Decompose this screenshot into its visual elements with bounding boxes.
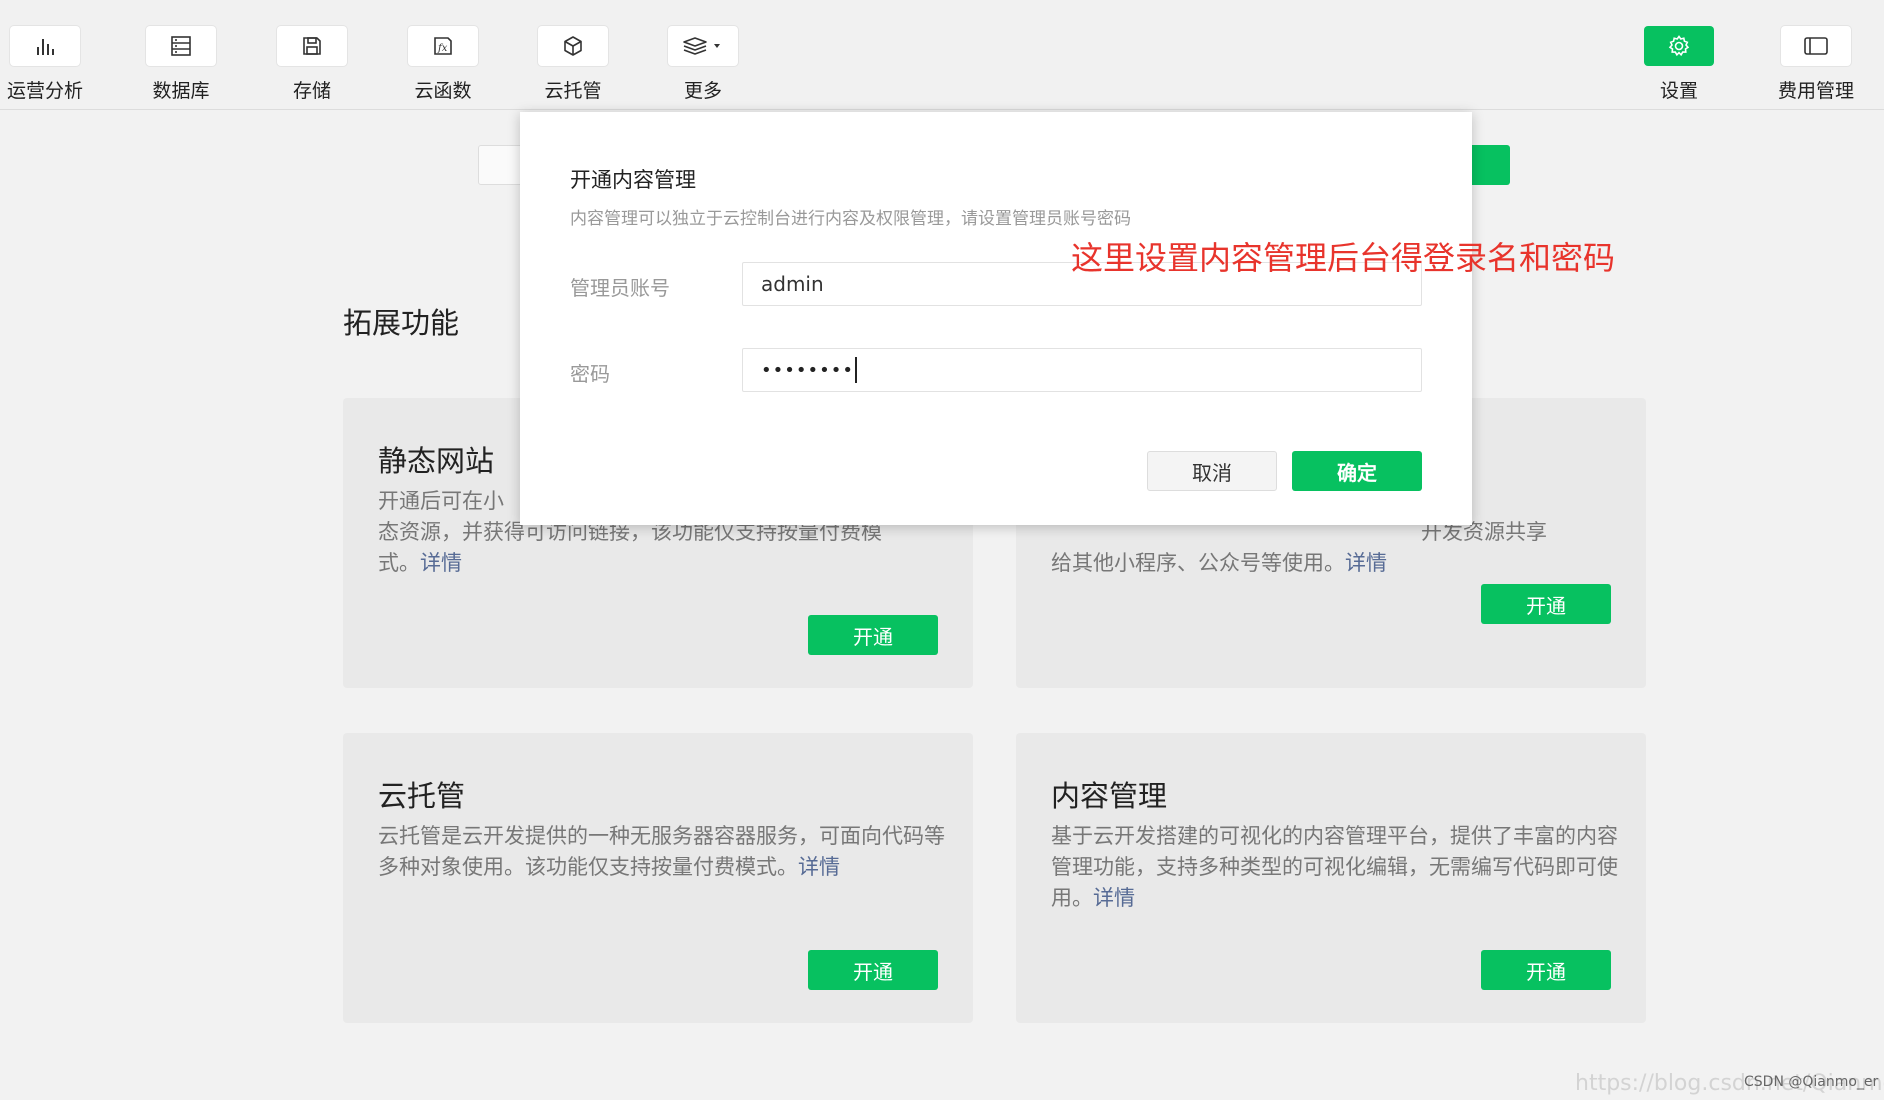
database-icon [146,26,216,66]
card-description: 云托管是云开发提供的一种无服务器容器服务，可面向代码等多种对象使用。该功能仅支持… [378,824,945,879]
toolbar-item-database[interactable]: 数据库 [121,26,241,103]
details-link[interactable]: 详情 [1345,551,1387,575]
text-caret [854,357,857,383]
card-title: 内容管理 [1051,779,1168,813]
password-input[interactable]: •••••••• [742,348,1422,392]
toolbar-label: 存储 [292,80,331,102]
annotation-text: 这里设置内容管理后台得登录名和密码 [1071,239,1616,277]
cancel-button[interactable]: 取消 [1147,451,1277,491]
details-link[interactable]: 详情 [798,855,840,879]
billing-icon [1781,26,1851,66]
toolbar-item-more[interactable]: 更多 [643,26,763,103]
activate-button[interactable]: 开通 [1481,950,1611,990]
section-title: 拓展功能 [343,306,460,340]
chevron-down-icon [714,44,720,48]
password-label: 密码 [570,362,610,386]
function-icon: fx [408,26,478,66]
dialog-title: 开通内容管理 [570,168,696,192]
svg-text:fx: fx [437,43,448,54]
toolbar-label: 设置 [1659,80,1698,102]
toolbar-item-cloud-hosting[interactable]: 云托管 [513,26,633,103]
toolbar-item-billing[interactable]: 费用管理 [1756,26,1876,103]
top-toolbar: 运营分析 数据库 存储 fx 云函数 云托管 更多 设置 费用管理 [0,0,1884,110]
gear-icon [1644,26,1714,66]
card-content-management: 内容管理 基于云开发搭建的可视化的内容管理平台，提供了丰富的内容管理功能，支持多… [1016,733,1646,1023]
floppy-disk-icon [277,26,347,66]
cube-icon [538,26,608,66]
page: 运营分析 数据库 存储 fx 云函数 云托管 更多 设置 费用管理 拓展功能 静… [0,0,1884,1100]
activate-button[interactable]: 开通 [808,615,938,655]
card-cloud-hosting: 云托管 云托管是云开发提供的一种无服务器容器服务，可面向代码等多种对象使用。该功… [343,733,973,1023]
credit-text: CSDN @Qianmo_er [1744,1074,1879,1090]
details-link[interactable]: 详情 [1093,886,1135,910]
toolbar-item-analytics[interactable]: 运营分析 [0,26,105,103]
card-title: 静态网站 [378,444,495,478]
card-description: 基于云开发搭建的可视化的内容管理平台，提供了丰富的内容管理功能，支持多种类型的可… [1051,824,1618,910]
activate-button[interactable]: 开通 [1481,584,1611,624]
card-title: 云托管 [378,779,466,813]
toolbar-item-cloud-function[interactable]: fx 云函数 [383,26,503,103]
toolbar-label: 数据库 [152,80,210,102]
toolbar-label: 更多 [683,80,722,102]
confirm-button[interactable]: 确定 [1292,451,1422,491]
toolbar-label: 云函数 [414,80,472,102]
toolbar-item-storage[interactable]: 存储 [252,26,372,103]
toolbar-item-settings[interactable]: 设置 [1619,26,1739,103]
password-masked-value: •••••••• [761,359,854,381]
toolbar-label: 云托管 [544,80,602,102]
toolbar-label: 费用管理 [1777,80,1854,102]
details-link[interactable]: 详情 [420,551,462,575]
bar-chart-icon [10,26,80,66]
dialog-description: 内容管理可以独立于云控制台进行内容及权限管理，请设置管理员账号密码 [570,209,1131,229]
layers-icon [668,26,738,66]
admin-account-label: 管理员账号 [570,276,670,300]
activate-content-management-dialog: 开通内容管理 内容管理可以独立于云控制台进行内容及权限管理，请设置管理员账号密码… [520,112,1472,525]
activate-button[interactable]: 开通 [808,950,938,990]
toolbar-label: 运营分析 [6,80,83,102]
